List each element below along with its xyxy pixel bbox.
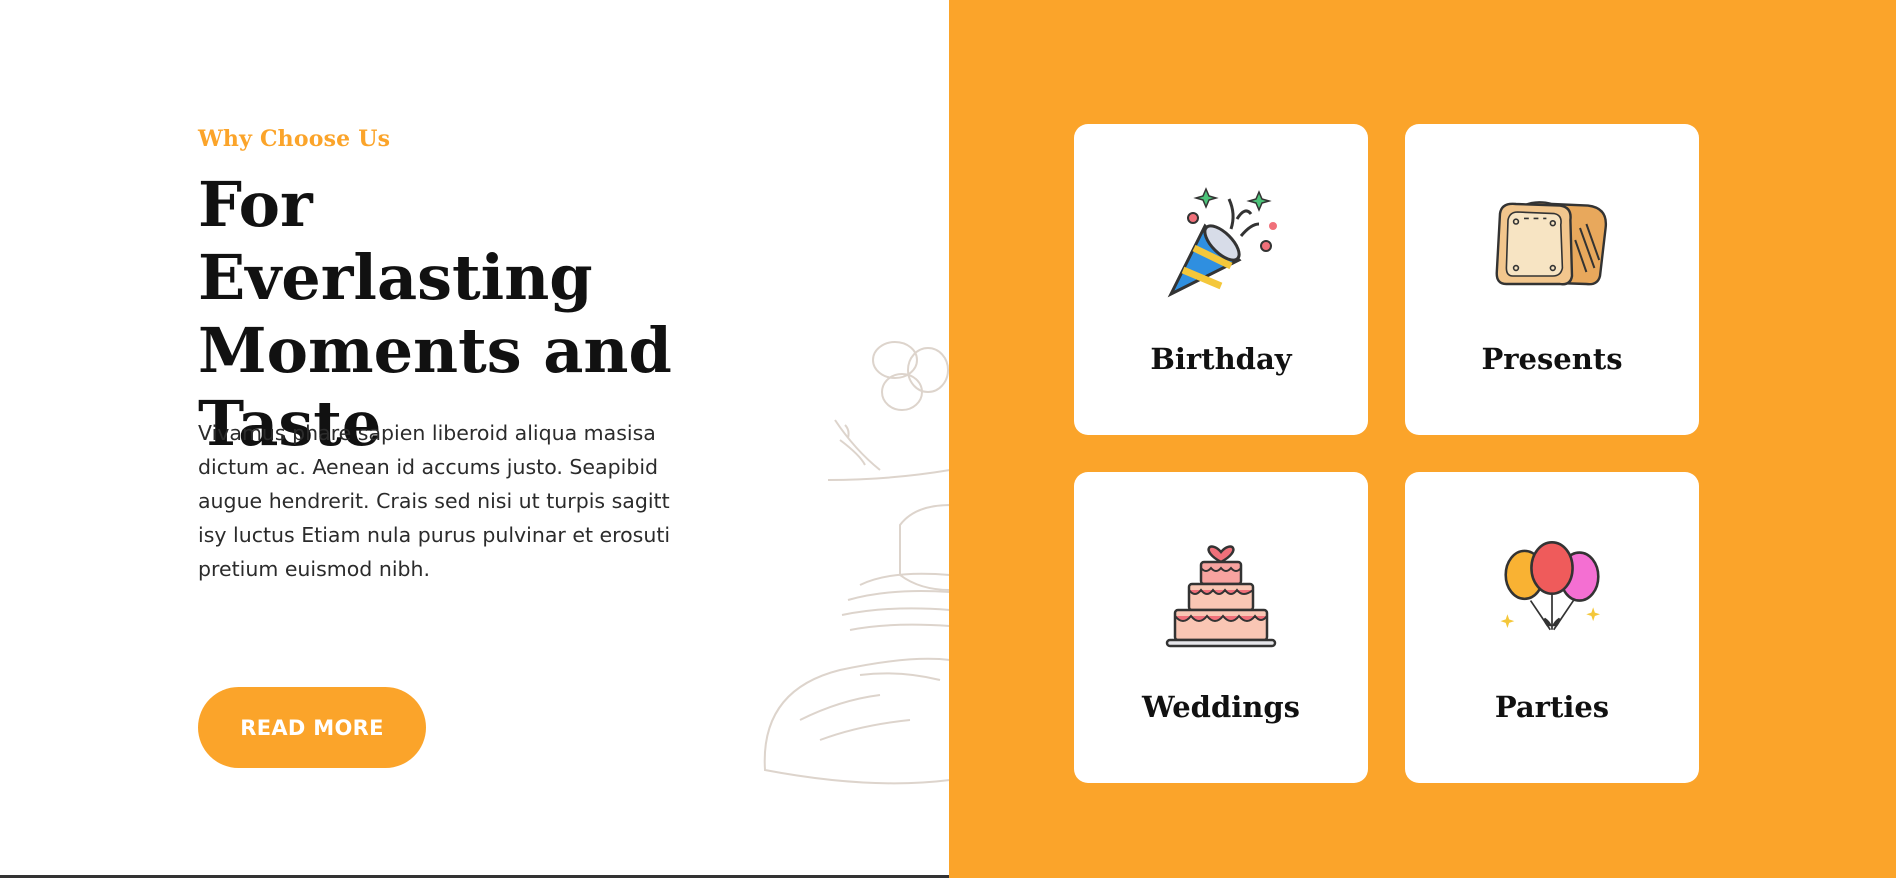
description-line: isy luctus Etiam nula purus pulvinar et … [198,523,671,547]
section-eyebrow: Why Choose Us [198,126,391,152]
section-description: Vivamus phare sapien liberoid aliqua mas… [198,416,686,586]
bread-icon [1495,201,1608,286]
card-birthday[interactable]: Birthday [1074,124,1368,435]
description-line: dictum ac. Aenean id accums justo. Seapi… [198,455,659,479]
wedding-cake-icon [1165,545,1277,648]
card-label: Weddings [1142,690,1300,724]
description-line: pretium euismod nibh. [198,557,431,581]
read-more-button[interactable]: READ MORE [198,687,426,768]
card-label: Presents [1481,342,1623,376]
card-presents[interactable]: Presents [1405,124,1699,435]
description-line: augue hendrerit. Crais sed nisi ut turpi… [198,489,670,513]
card-label: Birthday [1150,342,1292,376]
description-line: Vivamus phare sapien liberoid aliqua mas… [198,421,656,445]
heading-line: For Everlasting [198,168,593,314]
balloons-icon [1500,541,1600,631]
party-popper-icon [1167,187,1277,298]
card-label: Parties [1494,690,1610,724]
card-weddings[interactable]: Weddings [1074,472,1368,783]
intro-section: Why Choose Us For Everlasting Moments an… [0,0,950,878]
card-parties[interactable]: Parties [1405,472,1699,783]
heading-line: Moments and [198,314,672,387]
bakery-sketch-illustration [763,341,950,785]
